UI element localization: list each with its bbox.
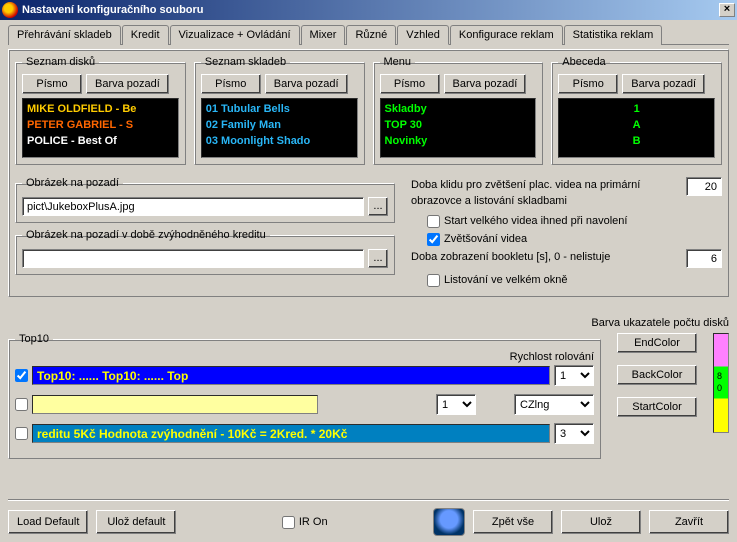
abc-preview: 1 A B	[558, 98, 715, 158]
top10-row3-check[interactable]	[15, 427, 28, 440]
tab-strip: Přehrávání skladeb Kredit Vizualizace + …	[8, 24, 729, 45]
bgimg-credit-legend: Obrázek na pozadí v době zvýhodněného kr…	[22, 229, 270, 241]
bgimg-browse-button[interactable]: ...	[368, 197, 388, 216]
lang-select[interactable]: CZlng	[514, 394, 594, 415]
bgimg-input[interactable]	[22, 197, 364, 216]
big-window-checkbox[interactable]: Listování ve velkém okně	[427, 272, 722, 288]
tracks-preview: 01 Tubular Bells 02 Family Man 03 Moonli…	[201, 98, 358, 158]
tab-ads-config[interactable]: Konfigurace reklam	[450, 25, 563, 45]
save-default-button[interactable]: Ulož default	[96, 510, 176, 534]
close-button[interactable]: Zavřít	[649, 510, 729, 534]
tab-ads-stats[interactable]: Statistika reklam	[564, 25, 663, 45]
tab-visual[interactable]: Vizualizace + Ovládání	[170, 25, 300, 45]
menu-bg-button[interactable]: Barva pozadí	[444, 74, 527, 94]
bgimg-credit-input[interactable]	[22, 249, 364, 268]
idle-label: Doba klidu pro zvětšení plac. videa na p…	[411, 177, 678, 209]
bgimg-credit-browse-button[interactable]: ...	[368, 249, 388, 268]
app-icon	[2, 2, 18, 18]
tracks-font-button[interactable]: Písmo	[201, 74, 261, 94]
abc-font-button[interactable]: Písmo	[558, 74, 618, 94]
zoom-video-checkbox[interactable]: Zvětšování videa	[427, 231, 722, 247]
abc-bg-button[interactable]: Barva pozadí	[622, 74, 705, 94]
menu-font-button[interactable]: Písmo	[380, 74, 440, 94]
tab-appearance[interactable]: Vzhled	[397, 25, 449, 45]
save-button[interactable]: Ulož	[561, 510, 641, 534]
top10-row3-bar[interactable]: reditu 5Kč Hodnota zvýhodnění - 10Kč = 2…	[32, 424, 550, 443]
tracks-legend: Seznam skladeb	[201, 56, 290, 68]
startcolor-button[interactable]: StartColor	[617, 397, 697, 417]
window-title: Nastavení konfiguračního souboru	[22, 4, 204, 16]
endcolor-button[interactable]: EndColor	[617, 333, 697, 353]
booklet-label: Doba zobrazení bookletu [s], 0 - nelistu…	[411, 249, 678, 265]
tab-playback[interactable]: Přehrávání skladeb	[8, 25, 121, 45]
top10-row1-speed[interactable]: 1	[554, 365, 594, 386]
load-default-button[interactable]: Load Default	[8, 510, 88, 534]
ir-on-checkbox[interactable]: IR On	[282, 516, 328, 529]
menu-preview: Skladby TOP 30 Novinky	[380, 98, 537, 158]
tab-credit[interactable]: Kredit	[122, 25, 169, 45]
disk-count-gradient: 8 0	[713, 333, 729, 433]
top10-legend: Top10	[15, 333, 53, 345]
start-video-checkbox[interactable]: Start velkého videa ihned při navolení	[427, 213, 722, 229]
back-all-button[interactable]: Zpět vše	[473, 510, 553, 534]
close-icon[interactable]: ×	[719, 3, 735, 17]
tab-mixer[interactable]: Mixer	[301, 25, 346, 45]
booklet-input[interactable]	[686, 249, 722, 268]
idle-input[interactable]	[686, 177, 722, 196]
backcolor-button[interactable]: BackColor	[617, 365, 697, 385]
disks-bg-button[interactable]: Barva pozadí	[86, 74, 169, 94]
top10-row3-speed[interactable]: 3	[554, 423, 594, 444]
top10-row2-check[interactable]	[15, 398, 28, 411]
top10-row1-bar[interactable]: Top10: ...... Top10: ...... Top	[32, 366, 550, 385]
tab-misc[interactable]: Různé	[346, 25, 396, 45]
menu-legend: Menu	[380, 56, 416, 68]
bgimg-legend: Obrázek na pozadí	[22, 177, 123, 189]
top10-row2-speed[interactable]: 1	[436, 394, 476, 415]
scroll-speed-label: Rychlost rolování	[15, 351, 594, 363]
disks-legend: Seznam disků	[22, 56, 99, 68]
disks-preview: MIKE OLDFIELD - Be PETER GABRIEL - S POL…	[22, 98, 179, 158]
disks-font-button[interactable]: Písmo	[22, 74, 82, 94]
keyboard-icon[interactable]	[433, 508, 465, 536]
tracks-bg-button[interactable]: Barva pozadí	[265, 74, 348, 94]
top10-row2-bar[interactable]	[32, 395, 318, 414]
top10-row1-check[interactable]	[15, 369, 28, 382]
abc-legend: Abeceda	[558, 56, 609, 68]
color-indicator-label: Barva ukazatele počtu disků	[8, 317, 729, 329]
